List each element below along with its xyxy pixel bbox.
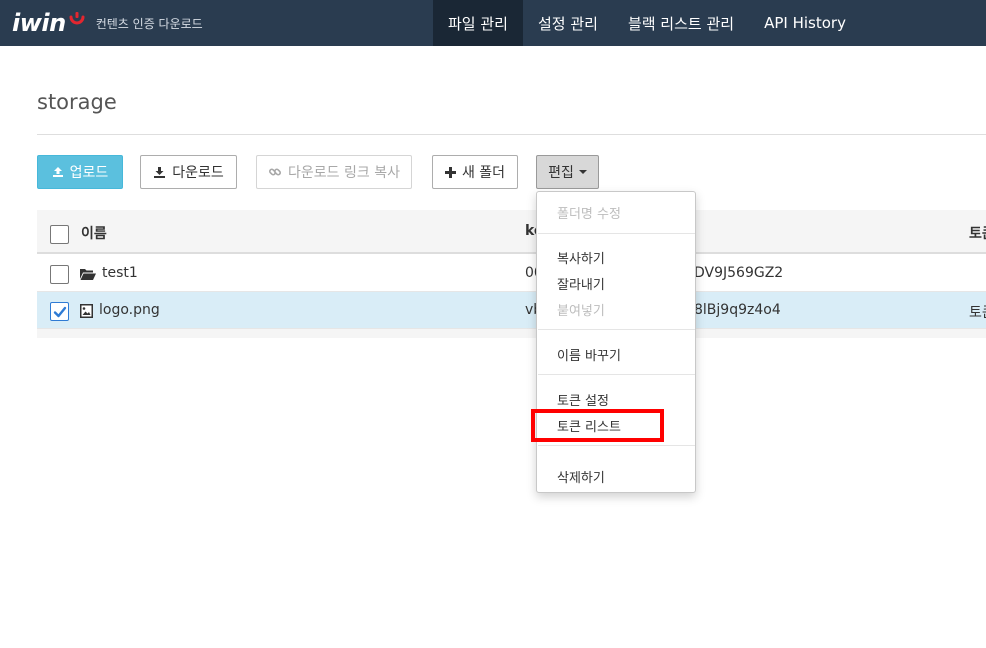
- token-list-highlight-box: [531, 409, 664, 442]
- nav-item-settings[interactable]: 설정 관리: [523, 0, 613, 46]
- edit-dropdown-button[interactable]: 편집: [536, 155, 599, 189]
- new-folder-label: 새 폴더: [461, 165, 506, 181]
- table-row[interactable]: logo.png vb 8lBj9q9z4o4 토큰: [37, 292, 986, 329]
- upload-button-label: 업로드: [69, 165, 109, 181]
- download-button[interactable]: 다운로드: [140, 155, 237, 189]
- menu-item-cut[interactable]: 잘라내기: [557, 274, 605, 293]
- upload-icon: [52, 166, 64, 178]
- menu-divider: [538, 329, 695, 330]
- download-icon: [153, 166, 166, 179]
- plus-icon: [444, 166, 456, 178]
- copy-download-link-button[interactable]: 다운로드 링크 복사: [256, 155, 412, 189]
- page-title: storage: [37, 90, 117, 114]
- image-file-icon: [80, 303, 93, 322]
- select-all-checkbox[interactable]: [50, 225, 69, 244]
- edit-dropdown-menu: 폴더명 수정 복사하기 잘라내기 붙여넣기 이름 바꾸기 토큰 설정 토큰 리스…: [536, 191, 696, 493]
- table-row[interactable]: test1 00 DV9J569GZ2: [37, 255, 986, 292]
- file-table-header: 이름 ke 토큰: [37, 210, 986, 254]
- menu-item-copy[interactable]: 복사하기: [557, 248, 605, 267]
- edit-button-label: 편집: [548, 165, 574, 181]
- menu-divider: [538, 445, 695, 446]
- file-name[interactable]: test1: [102, 265, 138, 281]
- caret-down-icon: [578, 170, 587, 174]
- brand-logo: iwin: [12, 9, 66, 37]
- row-checkbox[interactable]: [50, 265, 69, 284]
- nav-item-file-management[interactable]: 파일 관리: [433, 0, 523, 46]
- copy-download-link-label: 다운로드 링크 복사: [288, 165, 400, 181]
- nav-item-blacklist[interactable]: 블랙 리스트 관리: [613, 0, 749, 46]
- brand[interactable]: iwin 컨텐츠 인증 다운로드: [12, 0, 203, 46]
- file-key-tail: DV9J569GZ2: [694, 265, 784, 281]
- menu-divider: [538, 374, 695, 375]
- table-footer: [37, 329, 986, 338]
- row-checkbox[interactable]: [50, 302, 69, 321]
- file-token: 토큰: [969, 305, 986, 321]
- file-name[interactable]: logo.png: [99, 302, 160, 318]
- main-nav: 파일 관리 설정 관리 블랙 리스트 관리 API History: [433, 0, 861, 46]
- menu-item-paste[interactable]: 붙여넣기: [557, 300, 605, 319]
- menu-item-rename[interactable]: 이름 바꾸기: [557, 345, 621, 364]
- download-button-label: 다운로드: [172, 165, 224, 181]
- menu-item-token-settings[interactable]: 토큰 설정: [557, 390, 609, 409]
- brand-logo-mark-icon: [68, 11, 86, 29]
- nav-item-api-history[interactable]: API History: [749, 0, 861, 46]
- folder-open-icon: [80, 266, 96, 285]
- file-key-tail: 8lBj9q9z4o4: [694, 302, 781, 318]
- upload-button[interactable]: 업로드: [37, 155, 123, 189]
- column-header-token[interactable]: 토큰: [969, 223, 986, 243]
- top-navbar: iwin 컨텐츠 인증 다운로드 파일 관리 설정 관리 블랙 리스트 관리 A…: [0, 0, 986, 46]
- column-header-name[interactable]: 이름: [81, 223, 107, 243]
- title-divider: [37, 134, 986, 135]
- brand-subtitle: 컨텐츠 인증 다운로드: [95, 16, 203, 31]
- menu-item-rename-folder[interactable]: 폴더명 수정: [557, 203, 621, 222]
- new-folder-button[interactable]: 새 폴더: [432, 155, 518, 189]
- menu-item-delete[interactable]: 삭제하기: [557, 467, 605, 486]
- menu-divider: [538, 233, 695, 234]
- link-icon: [268, 165, 282, 179]
